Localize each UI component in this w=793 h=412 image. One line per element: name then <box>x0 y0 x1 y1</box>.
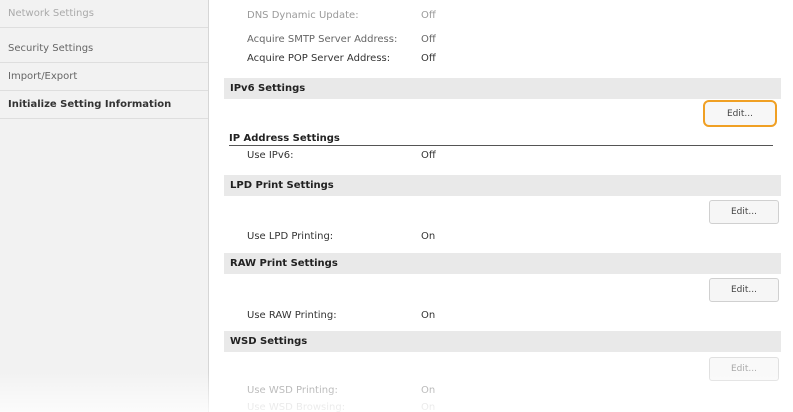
use-raw-printing-value: On <box>421 310 436 321</box>
acquire-smtp-value: Off <box>421 34 436 45</box>
lpd-print-settings-header: LPD Print Settings <box>224 175 781 196</box>
use-wsd-printing-label: Use WSD Printing: <box>247 385 338 396</box>
use-lpd-printing-value: On <box>421 231 436 242</box>
use-wsd-printing-value: On <box>421 385 436 396</box>
use-wsd-browsing-label: Use WSD Browsing: <box>247 402 346 412</box>
dns-dynamic-update-label: DNS Dynamic Update: <box>247 10 359 21</box>
sidebar: Network Settings Security Settings Impor… <box>0 0 209 412</box>
use-ipv6-value: Off <box>421 150 436 161</box>
wsd-settings-header: WSD Settings <box>224 331 781 352</box>
use-ipv6-label: Use IPv6: <box>247 150 294 161</box>
ipv6-settings-header: IPv6 Settings <box>224 78 781 99</box>
acquire-smtp-label: Acquire SMTP Server Address: <box>247 34 398 45</box>
use-lpd-printing-label: Use LPD Printing: <box>247 231 334 242</box>
raw-print-settings-header: RAW Print Settings <box>224 253 781 274</box>
use-wsd-browsing-value: On <box>421 402 436 412</box>
use-raw-printing-label: Use RAW Printing: <box>247 310 337 321</box>
acquire-pop-label: Acquire POP Server Address: <box>247 53 391 64</box>
raw-edit-button[interactable]: Edit... <box>709 278 779 302</box>
lpd-edit-button[interactable]: Edit... <box>709 200 779 224</box>
divider <box>229 145 773 146</box>
sidebar-item-initialize-setting-information[interactable]: Initialize Setting Information <box>0 91 208 119</box>
sidebar-item-import-export[interactable]: Import/Export <box>0 63 208 91</box>
main-content: DNS Dynamic Update: Off Acquire SMTP Ser… <box>209 0 793 412</box>
sidebar-item-network-settings[interactable]: Network Settings <box>0 0 208 28</box>
ip-address-settings-heading: IP Address Settings <box>229 133 340 144</box>
sidebar-item-security-settings[interactable]: Security Settings <box>0 35 208 63</box>
wsd-edit-button[interactable]: Edit... <box>709 357 779 381</box>
dns-dynamic-update-value: Off <box>421 10 436 21</box>
ipv6-edit-button[interactable]: Edit... <box>703 100 777 127</box>
acquire-pop-value: Off <box>421 53 436 64</box>
